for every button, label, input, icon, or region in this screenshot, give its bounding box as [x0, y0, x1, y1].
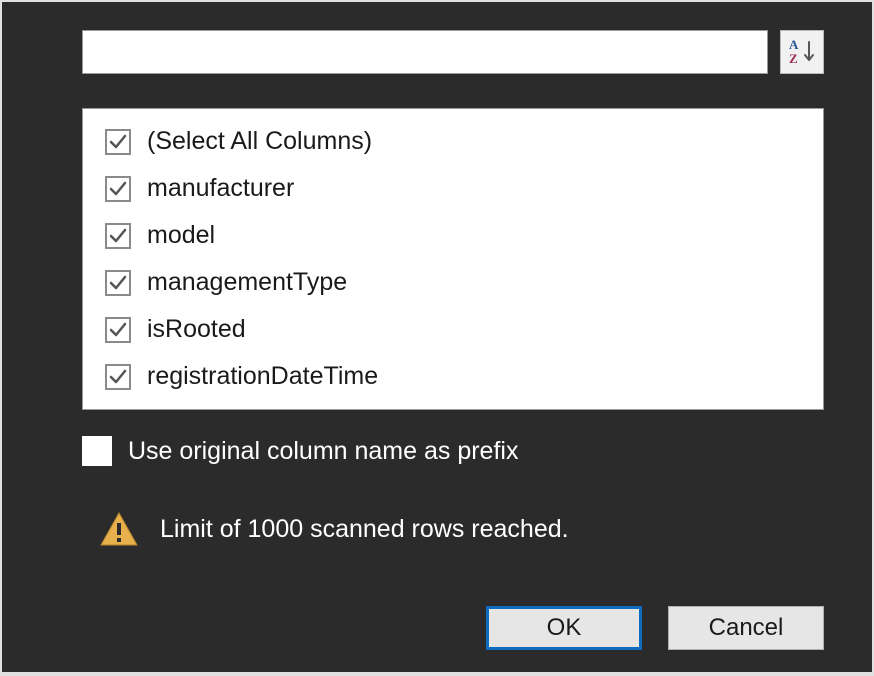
- column-item-managementtype[interactable]: managementType: [105, 268, 801, 297]
- column-item-registrationdatetime[interactable]: registrationDateTime: [105, 362, 801, 391]
- sort-az-button[interactable]: A Z: [780, 30, 824, 74]
- checkbox-select-all[interactable]: [105, 129, 131, 155]
- warning-row: Limit of 1000 scanned rows reached.: [100, 512, 824, 546]
- column-item-select-all[interactable]: (Select All Columns): [105, 127, 801, 156]
- check-icon: [108, 320, 128, 340]
- search-input[interactable]: [82, 30, 768, 74]
- sort-az-icon: A Z: [787, 37, 817, 67]
- check-icon: [108, 132, 128, 152]
- column-item-isrooted[interactable]: isRooted: [105, 315, 801, 344]
- column-label: isRooted: [147, 315, 246, 344]
- column-item-manufacturer[interactable]: manufacturer: [105, 174, 801, 203]
- column-item-model[interactable]: model: [105, 221, 801, 250]
- column-chooser-dialog: A Z (Select All Columns) manufacturer: [2, 2, 872, 672]
- prefix-checkbox[interactable]: [82, 436, 112, 466]
- checkbox-isrooted[interactable]: [105, 317, 131, 343]
- check-icon: [108, 226, 128, 246]
- column-label: (Select All Columns): [147, 127, 372, 156]
- cancel-button[interactable]: Cancel: [668, 606, 824, 650]
- checkbox-managementtype[interactable]: [105, 270, 131, 296]
- button-row: OK Cancel: [486, 606, 824, 650]
- search-row: A Z: [82, 30, 824, 74]
- prefix-row: Use original column name as prefix: [82, 436, 824, 466]
- checkbox-registrationdatetime[interactable]: [105, 364, 131, 390]
- column-label: manufacturer: [147, 174, 294, 203]
- check-icon: [108, 179, 128, 199]
- checkbox-manufacturer[interactable]: [105, 176, 131, 202]
- svg-text:Z: Z: [789, 51, 798, 66]
- column-label: managementType: [147, 268, 347, 297]
- ok-button[interactable]: OK: [486, 606, 642, 650]
- warning-text: Limit of 1000 scanned rows reached.: [160, 515, 569, 544]
- column-list: (Select All Columns) manufacturer model: [82, 108, 824, 410]
- check-icon: [108, 273, 128, 293]
- warning-icon: [100, 512, 138, 546]
- prefix-label: Use original column name as prefix: [128, 437, 518, 466]
- column-label: registrationDateTime: [147, 362, 378, 391]
- checkbox-model[interactable]: [105, 223, 131, 249]
- check-icon: [108, 367, 128, 387]
- column-label: model: [147, 221, 215, 250]
- svg-text:A: A: [789, 37, 799, 52]
